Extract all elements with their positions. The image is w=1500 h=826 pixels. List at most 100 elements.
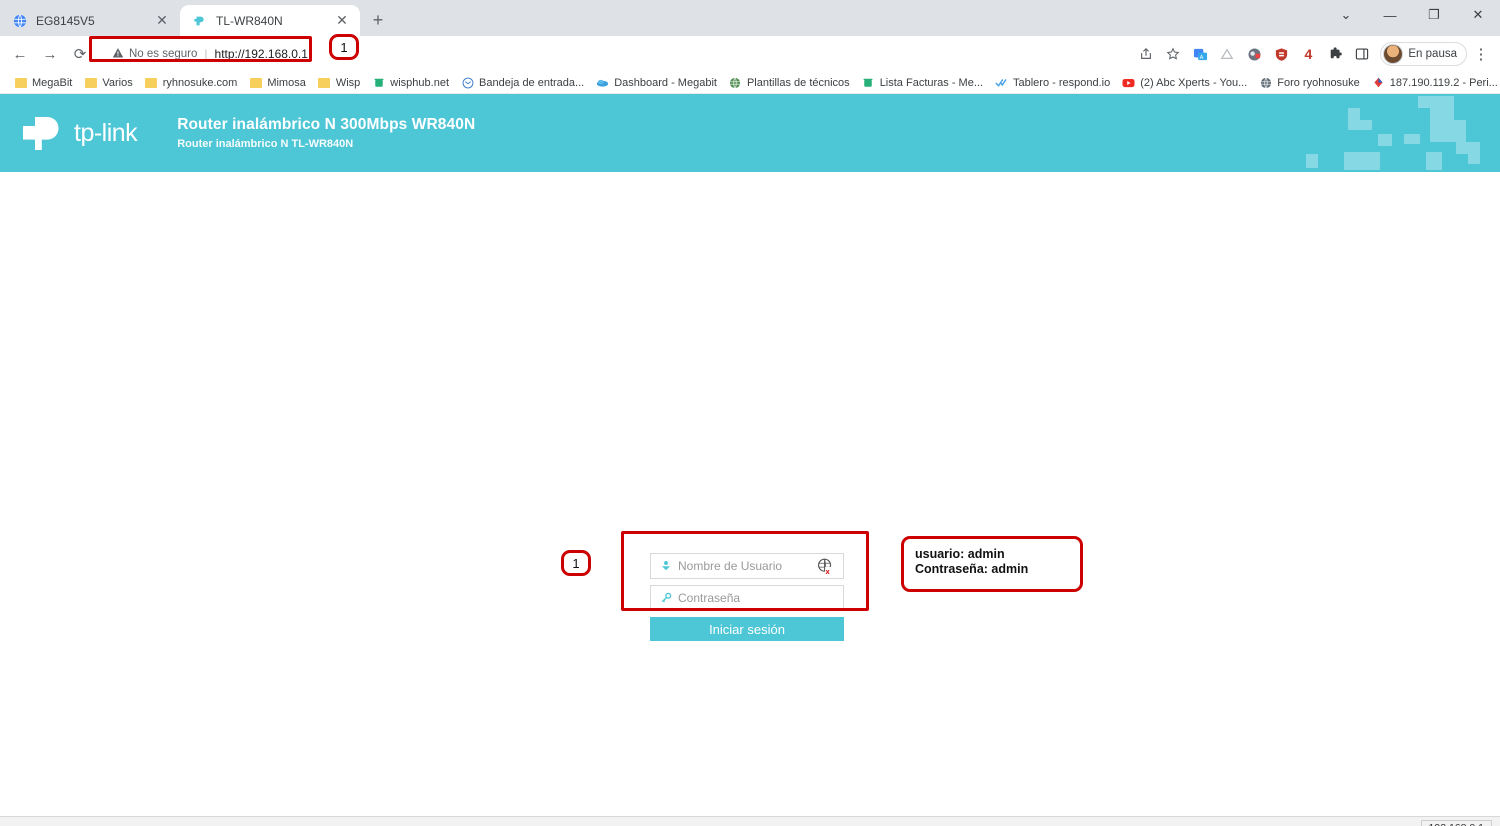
tab-title: TL-WR840N	[216, 14, 326, 28]
ublock-extension-icon[interactable]	[1268, 41, 1294, 67]
bookmark-star-icon[interactable]	[1160, 41, 1186, 67]
router-title-block: Router inalámbrico N 300Mbps WR840N Rout…	[177, 116, 475, 150]
annotation-marker-login: 1	[561, 550, 591, 576]
folder-icon	[14, 76, 27, 89]
site-icon-globe	[729, 76, 742, 89]
site-icon-mail	[461, 76, 474, 89]
bookmark-label: MegaBit	[32, 77, 72, 89]
browser-window: EG8145V5 ✕ TL-WR840N ✕ + ⌄ — ❐ ✕ ← → ⟳	[0, 0, 1500, 826]
brand-text: tp-link	[74, 119, 137, 148]
bookmark-tablero-respond[interactable]: Tablero - respond.io	[989, 74, 1116, 91]
warning-triangle-icon	[112, 47, 124, 62]
bookmark-ryhnosuke[interactable]: ryhnosuke.com	[139, 74, 244, 91]
bookmark-label: 187.190.119.2 - Peri...	[1390, 77, 1498, 89]
bookmark-wisp[interactable]: Wisp	[312, 74, 366, 91]
bookmarks-bar: MegaBit Varios ryhnosuke.com Mimosa Wisp…	[0, 72, 1500, 94]
close-icon[interactable]: ✕	[1456, 0, 1500, 30]
scroll-gap	[0, 806, 1500, 816]
profile-button[interactable]: En pausa	[1380, 42, 1467, 66]
router-header: tp-link Router inalámbrico N 300Mbps WR8…	[0, 94, 1500, 172]
avatar	[1383, 44, 1403, 64]
site-icon-check	[995, 76, 1008, 89]
tplink-icon	[192, 13, 208, 29]
security-label: No es seguro	[129, 48, 197, 60]
tab-eg8145v5[interactable]: EG8145V5 ✕	[0, 5, 180, 36]
login-button[interactable]: Iniciar sesión	[650, 617, 844, 641]
minimize-icon[interactable]: —	[1368, 0, 1412, 30]
bookmark-label: Bandeja de entrada...	[479, 77, 584, 89]
bookmark-mimosa[interactable]: Mimosa	[243, 74, 312, 91]
annotation-credentials-callout: usuario: admin Contraseña: admin	[901, 536, 1083, 592]
maximize-icon[interactable]: ❐	[1412, 0, 1456, 30]
key-icon	[659, 592, 672, 605]
bookmark-label: Dashboard - Megabit	[614, 77, 717, 89]
browser-menu-icon[interactable]: ⋮	[1468, 41, 1494, 67]
header-decoration	[1280, 94, 1500, 172]
site-icon-green	[862, 76, 875, 89]
bookmark-wisphub[interactable]: wisphub.net	[366, 74, 455, 91]
adblock-extension-icon[interactable]	[1214, 41, 1240, 67]
new-tab-button[interactable]: +	[364, 6, 392, 34]
login-form: Nombre de Usuario x	[650, 553, 844, 641]
site-icon-cloud	[596, 76, 609, 89]
page-subtitle: Router inalámbrico N TL-WR840N	[177, 138, 475, 150]
svg-text:A: A	[1199, 54, 1203, 60]
folder-icon	[145, 76, 158, 89]
folder-icon	[84, 76, 97, 89]
callout-line-1: usuario: admin	[915, 547, 1069, 562]
username-field[interactable]: Nombre de Usuario x	[650, 553, 844, 579]
profile-label: En pausa	[1408, 48, 1457, 60]
page-content: tp-link Router inalámbrico N 300Mbps WR8…	[0, 94, 1500, 826]
extensions-puzzle-icon[interactable]	[1322, 41, 1348, 67]
bookmark-187-190-119-2[interactable]: 187.190.119.2 - Peri...	[1366, 74, 1500, 91]
user-icon	[659, 560, 672, 573]
bookmark-label: Varios	[102, 77, 132, 89]
bookmark-lista-facturas[interactable]: Lista Facturas - Me...	[856, 74, 989, 91]
bookmark-dashboard-megabit[interactable]: Dashboard - Megabit	[590, 74, 723, 91]
translate-extension-icon[interactable]: A	[1187, 41, 1213, 67]
omnibox-separator: |	[204, 47, 207, 61]
page-title: Router inalámbrico N 300Mbps WR840N	[177, 116, 475, 134]
bookmark-megabit[interactable]: MegaBit	[8, 74, 78, 91]
password-extension-icon[interactable]	[1241, 41, 1267, 67]
browser-toolbar: ← → ⟳ No es seguro | http://192.168.0.1 …	[0, 36, 1500, 72]
translate-broken-icon[interactable]: x	[816, 557, 835, 576]
bookmark-foro-ryohnosuke[interactable]: Foro ryohnosuke	[1253, 74, 1366, 91]
password-field[interactable]: Contraseña	[650, 585, 844, 611]
not-secure-indicator[interactable]: No es seguro	[112, 47, 197, 62]
url-text: http://192.168.0.1	[215, 47, 308, 61]
share-icon[interactable]	[1133, 41, 1159, 67]
site-icon-green	[372, 76, 385, 89]
site-icon-diamond	[1372, 76, 1385, 89]
bookmark-bandeja[interactable]: Bandeja de entrada...	[455, 74, 590, 91]
reload-icon[interactable]: ⟳	[66, 40, 94, 68]
site-icon-globe	[1259, 76, 1272, 89]
callout-line-2: Contraseña: admin	[915, 562, 1069, 577]
tab-tl-wr840n[interactable]: TL-WR840N ✕	[180, 5, 360, 36]
back-icon[interactable]: ←	[6, 40, 34, 68]
bookmark-label: ryhnosuke.com	[163, 77, 238, 89]
bookmark-plantillas[interactable]: Plantillas de técnicos	[723, 74, 856, 91]
bookmark-label: wisphub.net	[390, 77, 449, 89]
bookmark-label: Tablero - respond.io	[1013, 77, 1110, 89]
forward-icon[interactable]: →	[36, 40, 64, 68]
tab-search-icon[interactable]: ⌄	[1324, 0, 1368, 30]
close-icon[interactable]: ✕	[154, 13, 170, 29]
tab-strip: EG8145V5 ✕ TL-WR840N ✕ + ⌄ — ❐ ✕	[0, 0, 1500, 36]
bookmark-label: Wisp	[336, 77, 360, 89]
bookmark-abc-xperts[interactable]: (2) Abc Xperts - You...	[1116, 74, 1253, 91]
username-placeholder: Nombre de Usuario	[678, 559, 810, 573]
address-bar[interactable]: No es seguro | http://192.168.0.1	[102, 41, 1125, 67]
bookmark-label: (2) Abc Xperts - You...	[1140, 77, 1247, 89]
bookmark-label: Mimosa	[267, 77, 306, 89]
site-icon-youtube	[1122, 76, 1135, 89]
globe-icon	[12, 13, 28, 29]
tplink-logo: tp-link	[22, 111, 137, 155]
annotation-marker-url: 1	[329, 34, 359, 60]
bookmark-varios[interactable]: Varios	[78, 74, 138, 91]
bookmark-label: Foro ryohnosuke	[1277, 77, 1360, 89]
password-placeholder: Contraseña	[678, 591, 835, 605]
sidepanel-icon[interactable]	[1349, 41, 1375, 67]
close-icon[interactable]: ✕	[334, 13, 350, 29]
extension-count-badge[interactable]: 4	[1295, 41, 1321, 67]
